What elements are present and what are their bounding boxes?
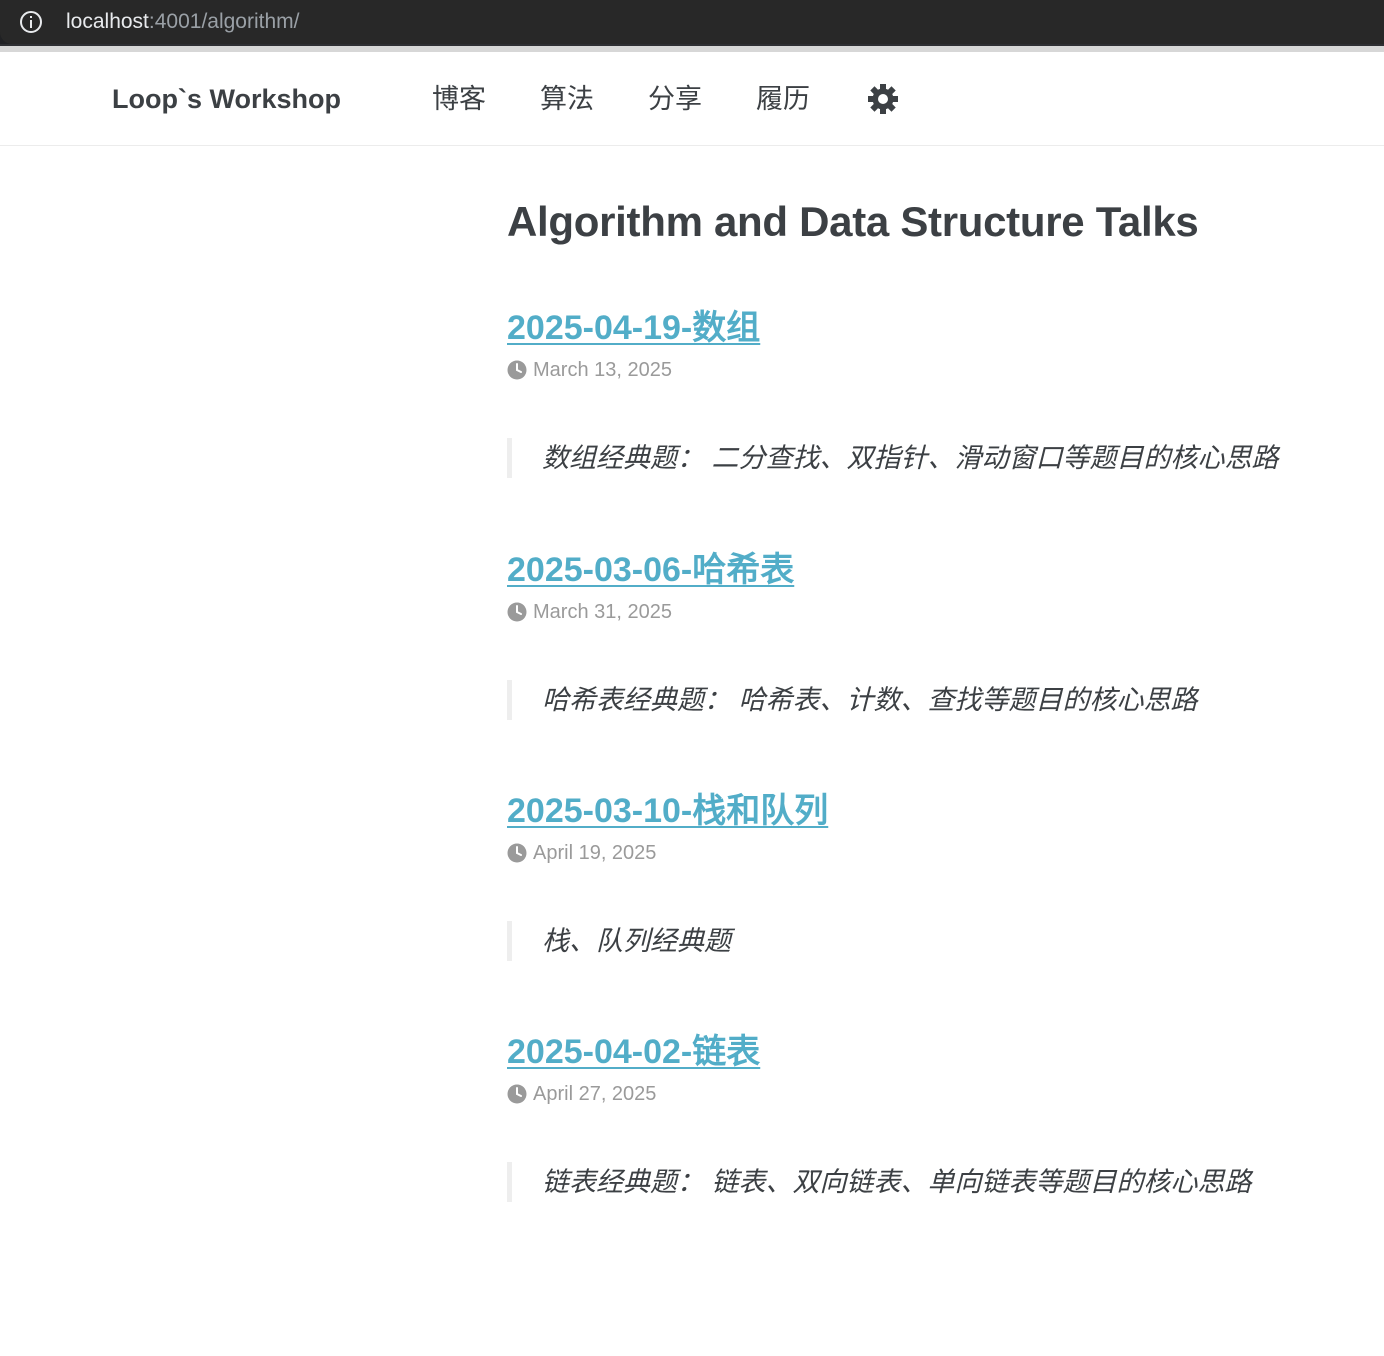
url-path: :4001/algorithm/ (148, 10, 300, 33)
post-excerpt: 哈希表经典题： 哈希表、计数、查找等题目的核心思路 (507, 680, 1198, 720)
address-bar[interactable]: localhost:4001/algorithm/ (0, 0, 1384, 44)
post-date: April 27, 2025 (533, 1082, 657, 1105)
post-date: April 19, 2025 (533, 841, 657, 864)
nav-item-resume[interactable]: 履历 (756, 81, 810, 117)
nav-item-share[interactable]: 分享 (648, 81, 702, 117)
post-title-link[interactable]: 2025-03-10-栈和队列 (507, 791, 1367, 831)
clock-icon (507, 602, 527, 622)
post-item: 2025-04-19-数组 March 13, 2025 数组经典题： 二分查找… (507, 308, 1367, 478)
nav-item-blog[interactable]: 博客 (432, 81, 486, 117)
post-item: 2025-04-02-链表 April 27, 2025 链表经典题： 链表、双… (507, 1032, 1367, 1202)
url-text[interactable]: localhost:4001/algorithm/ (66, 10, 299, 34)
post-excerpt: 栈、队列经典题 (507, 921, 731, 961)
post-title-link[interactable]: 2025-03-06-哈希表 (507, 550, 1367, 590)
site-title-link[interactable]: Loop`s Workshop (112, 82, 341, 116)
post-excerpt: 数组经典题： 二分查找、双指针、滑动窗口等题目的核心思路 (507, 438, 1279, 478)
post-item: 2025-03-06-哈希表 March 31, 2025 哈希表经典题： 哈希… (507, 550, 1367, 720)
post-date: March 31, 2025 (533, 600, 672, 623)
gear-icon[interactable] (866, 82, 900, 116)
site-header: Loop`s Workshop 博客 算法 分享 履历 (0, 52, 1384, 146)
post-title-link[interactable]: 2025-04-19-数组 (507, 308, 1367, 348)
post-item: 2025-03-10-栈和队列 April 19, 2025 栈、队列经典题 (507, 791, 1367, 961)
clock-icon (507, 1084, 527, 1104)
clock-icon (507, 843, 527, 863)
nav-item-algorithm[interactable]: 算法 (540, 81, 594, 117)
post-meta: March 31, 2025 (507, 600, 672, 624)
page-title: Algorithm and Data Structure Talks (507, 198, 1199, 245)
url-host: localhost (66, 10, 149, 33)
post-excerpt: 链表经典题： 链表、双向链表、单向链表等题目的核心思路 (507, 1162, 1252, 1202)
clock-icon (507, 360, 527, 380)
post-meta: April 27, 2025 (507, 1082, 656, 1106)
post-title-link[interactable]: 2025-04-02-链表 (507, 1032, 1367, 1072)
browser-bar: localhost:4001/algorithm/ (0, 0, 1384, 46)
post-date: March 13, 2025 (533, 358, 672, 381)
info-icon[interactable] (19, 10, 43, 34)
post-meta: March 13, 2025 (507, 358, 672, 382)
post-meta: April 19, 2025 (507, 841, 656, 865)
